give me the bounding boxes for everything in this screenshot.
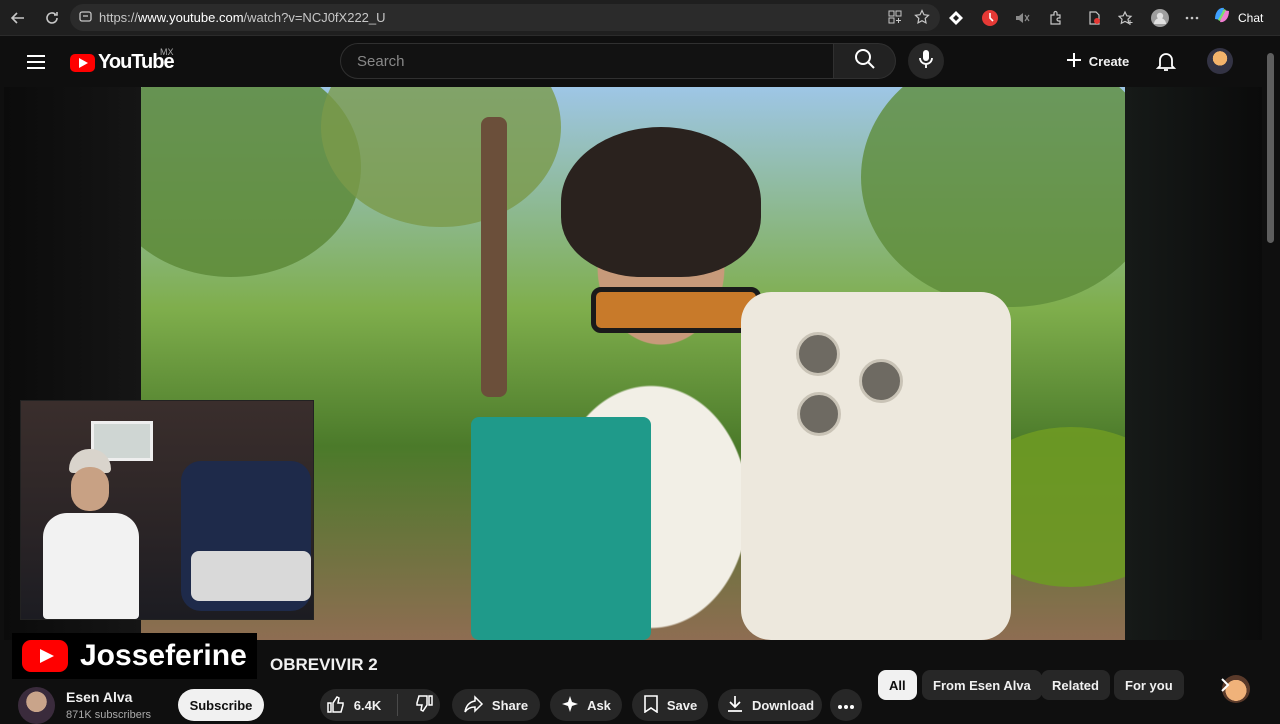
youtube-header: YouTube MX Search Create: [0, 37, 1262, 87]
mute-tab-icon[interactable]: [1010, 6, 1034, 30]
page-scrollbar[interactable]: [1262, 37, 1280, 720]
sunglasses: [591, 287, 761, 333]
plus-icon: [1065, 51, 1083, 72]
bookmark-icon: [643, 694, 659, 716]
ask-button[interactable]: Ask: [550, 689, 622, 721]
share-button[interactable]: Share: [452, 689, 540, 721]
camera-lens: [796, 332, 840, 376]
site-info-icon[interactable]: [79, 10, 92, 28]
phone-in-hand: [741, 292, 1011, 640]
search-icon: [854, 48, 876, 75]
chips-next-chevron-icon[interactable]: [1210, 670, 1240, 700]
tree-trunk: [481, 117, 507, 397]
chip-related[interactable]: Related: [1041, 670, 1110, 700]
youtube-logo-icon: [22, 640, 68, 672]
search-input[interactable]: Search: [340, 43, 834, 79]
create-label: Create: [1088, 53, 1130, 69]
chip-from-channel[interactable]: From Esen Alva: [922, 670, 1042, 700]
share-label: Share: [491, 697, 529, 713]
browser-toolbar: https://www.youtube.com/watch?v=NCJ0fX22…: [0, 0, 1280, 36]
ask-label: Ask: [587, 697, 611, 713]
country-code: MX: [160, 47, 174, 57]
download-icon: [726, 695, 744, 716]
like-count: 6.4K: [353, 697, 382, 713]
teal-bag: [471, 417, 651, 640]
app-available-icon[interactable]: [888, 10, 902, 29]
save-button[interactable]: Save: [632, 689, 708, 721]
extension-shield-icon[interactable]: [978, 6, 1002, 30]
extensions-puzzle-icon[interactable]: [1044, 6, 1068, 30]
profile-avatar-icon[interactable]: [1148, 6, 1172, 30]
more-horizontal-icon: [837, 698, 855, 713]
save-label: Save: [666, 697, 698, 713]
youtube-logo[interactable]: YouTube MX: [70, 47, 175, 74]
url-text: https://www.youtube.com/watch?v=NCJ0fX22…: [99, 10, 386, 25]
subscriber-count: 871K subscribers: [66, 709, 151, 721]
extension-diamond-icon[interactable]: [944, 6, 968, 30]
sparkle-icon: [561, 695, 579, 716]
favorites-icon[interactable]: [1114, 6, 1138, 30]
tree-foliage: [861, 87, 1125, 307]
divider: [397, 694, 399, 716]
hamburger-menu-icon[interactable]: [22, 49, 50, 75]
channel-avatar[interactable]: [18, 687, 55, 724]
search-button[interactable]: [834, 43, 896, 79]
search-placeholder: Search: [357, 53, 405, 70]
voice-search-button[interactable]: [908, 43, 944, 79]
more-options-icon[interactable]: [1180, 6, 1204, 30]
scrollbar-thumb[interactable]: [1267, 53, 1274, 243]
youtube-play-icon: [70, 53, 95, 72]
video-side-blur-right: [1125, 87, 1262, 640]
back-arrow-icon[interactable]: [6, 6, 30, 30]
download-button[interactable]: Download: [718, 689, 822, 721]
chat-label: Chat: [1238, 10, 1264, 25]
like-button[interactable]: 6.4K: [326, 694, 381, 717]
refresh-icon[interactable]: [40, 6, 64, 30]
camera-lens: [797, 392, 841, 436]
tree-foliage: [321, 87, 561, 227]
browser-essentials-icon[interactable]: [1082, 6, 1106, 30]
subscribe-button[interactable]: Subscribe: [178, 689, 264, 721]
create-button[interactable]: Create: [1054, 43, 1140, 79]
camera-lens: [859, 359, 903, 403]
like-dislike-group: 6.4K: [320, 689, 440, 721]
streamer-watermark: Josseferine: [12, 633, 257, 679]
favorite-star-icon[interactable]: [914, 9, 930, 30]
address-bar[interactable]: https://www.youtube.com/watch?v=NCJ0fX22…: [70, 4, 940, 31]
thumbs-down-icon: [414, 694, 434, 717]
notifications-bell-icon[interactable]: [1152, 47, 1180, 75]
thumbs-up-icon: [326, 694, 346, 717]
account-avatar[interactable]: [1207, 48, 1233, 74]
copilot-icon: [1212, 5, 1232, 30]
watermark-channel-name: Josseferine: [80, 639, 247, 672]
dislike-button[interactable]: [414, 694, 434, 717]
reactor-webcam: [20, 400, 314, 620]
blanket: [191, 551, 311, 601]
copilot-chat-button[interactable]: Chat: [1212, 4, 1274, 31]
download-label: Download: [751, 697, 815, 713]
more-actions-button[interactable]: [830, 689, 862, 721]
channel-name[interactable]: Esen Alva: [66, 689, 132, 705]
reactor-person: [33, 449, 143, 619]
chip-for-you[interactable]: For you: [1114, 670, 1184, 700]
microphone-icon: [917, 49, 935, 74]
person-hair: [561, 127, 761, 277]
share-arrow-icon: [464, 694, 484, 716]
video-title: OBREVIVIR 2: [270, 655, 378, 674]
chip-all[interactable]: All: [878, 670, 917, 700]
